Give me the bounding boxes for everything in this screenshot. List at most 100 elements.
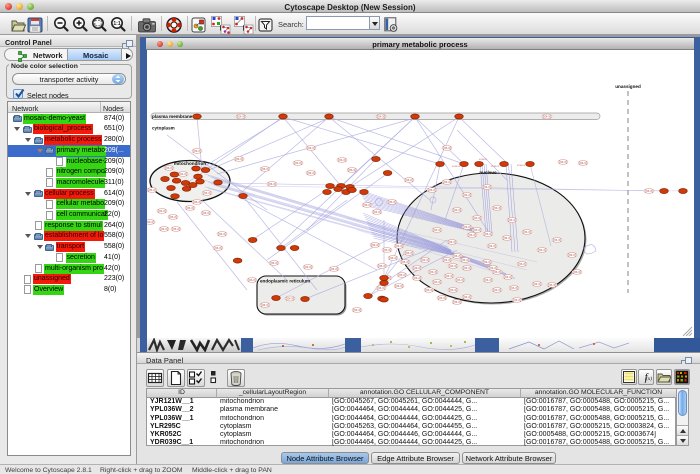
svg-text:[xx-x]: [xx-x] bbox=[261, 303, 269, 307]
svg-text:[xx-x]: [xx-x] bbox=[433, 228, 441, 232]
svg-text:[xx-x]: [xx-x] bbox=[179, 172, 187, 176]
svg-text:[xx-x]: [xx-x] bbox=[395, 284, 403, 288]
svg-text:[xx-x]: [xx-x] bbox=[504, 275, 512, 279]
svg-text:[xx-x]: [xx-x] bbox=[553, 238, 561, 242]
svg-text:x-xx-x: x-xx-x bbox=[491, 164, 499, 168]
svg-text:[xx-x]: [xx-x] bbox=[218, 232, 226, 236]
svg-text:[xx-x]: [xx-x] bbox=[508, 218, 516, 222]
svg-text:[xx-x]: [xx-x] bbox=[543, 114, 551, 118]
svg-text:[xx-x]: [xx-x] bbox=[405, 251, 413, 255]
svg-text:[xx-x]: [xx-x] bbox=[353, 308, 361, 312]
svg-text:[xx-x]: [xx-x] bbox=[193, 200, 201, 204]
svg-text:[xx-x]: [xx-x] bbox=[383, 248, 391, 252]
svg-text:[xx-x]: [xx-x] bbox=[573, 270, 581, 274]
svg-text:[xx-x]: [xx-x] bbox=[388, 200, 396, 204]
svg-text:[xx-x]: [xx-x] bbox=[453, 300, 461, 304]
svg-text:[xx-x]: [xx-x] bbox=[433, 280, 441, 284]
svg-text:[xx-x]: [xx-x] bbox=[538, 248, 546, 252]
svg-text:[xx-x]: [xx-x] bbox=[214, 246, 222, 250]
svg-text:plasma membrane: plasma membrane bbox=[152, 114, 193, 119]
svg-text:[xx-x]: [xx-x] bbox=[456, 278, 464, 282]
svg-text:[xx-x]: [xx-x] bbox=[548, 283, 556, 287]
svg-text:[xx-x]: [xx-x] bbox=[463, 193, 471, 197]
svg-text:[xx-x]: [xx-x] bbox=[389, 256, 397, 260]
svg-text:[xx-x]: [xx-x] bbox=[493, 288, 501, 292]
svg-text:[xx-x]: [xx-x] bbox=[165, 166, 173, 170]
svg-text:[xx-x]: [xx-x] bbox=[443, 180, 451, 184]
svg-text:[xx-x]: [xx-x] bbox=[484, 278, 492, 282]
svg-text:[xx-x]: [xx-x] bbox=[645, 189, 653, 193]
svg-text:[xx-x]: [xx-x] bbox=[307, 146, 315, 150]
svg-text:(x): (x) bbox=[646, 375, 652, 382]
svg-text:[xx-x]: [xx-x] bbox=[261, 167, 269, 171]
svg-text:[xx-x]: [xx-x] bbox=[304, 265, 312, 269]
svg-text:[xx-x]: [xx-x] bbox=[438, 296, 446, 300]
svg-text:[xx-x]: [xx-x] bbox=[468, 233, 476, 237]
svg-text:[xx-x]: [xx-x] bbox=[493, 206, 501, 210]
svg-text:[xx-x]: [xx-x] bbox=[510, 286, 518, 290]
svg-text:[xx-x]: [xx-x] bbox=[484, 232, 492, 236]
svg-text:[xx-x]: [xx-x] bbox=[513, 298, 521, 302]
svg-text:cytoplasm: cytoplasm bbox=[152, 125, 175, 130]
svg-text:[xx-x]: [xx-x] bbox=[169, 215, 177, 219]
svg-text:[xx-x]: [xx-x] bbox=[405, 178, 413, 182]
svg-text:[xx-x]: [xx-x] bbox=[443, 258, 451, 262]
svg-text:x-xx-x: x-xx-x bbox=[479, 157, 487, 161]
svg-text:unassigned: unassigned bbox=[615, 84, 641, 89]
svg-text:[xx-x]: [xx-x] bbox=[461, 258, 469, 262]
svg-text:nucleus: nucleus bbox=[479, 170, 497, 175]
svg-text:[xx-x]: [xx-x] bbox=[453, 208, 461, 212]
svg-text:[xx-x]: [xx-x] bbox=[294, 161, 302, 165]
svg-text:[xx-x]: [xx-x] bbox=[533, 282, 541, 286]
svg-text:[xx-x]: [xx-x] bbox=[473, 228, 481, 232]
svg-text:[xx-x]: [xx-x] bbox=[373, 210, 381, 214]
svg-text:[xx-x]: [xx-x] bbox=[172, 227, 180, 231]
svg-text:[xx-x]: [xx-x] bbox=[413, 276, 421, 280]
svg-text:endoplasmic reticulum: endoplasmic reticulum bbox=[260, 278, 310, 283]
svg-text:[xx-x]: [xx-x] bbox=[270, 261, 278, 265]
svg-text:[xx-x]: [xx-x] bbox=[395, 244, 403, 248]
svg-text:[xx-x]: [xx-x] bbox=[377, 114, 385, 118]
svg-text:mitochondrion: mitochondrion bbox=[173, 161, 205, 166]
svg-text:[xx-x]: [xx-x] bbox=[330, 267, 338, 271]
svg-text:[xx-x]: [xx-x] bbox=[235, 157, 243, 161]
svg-text:[xx-x]: [xx-x] bbox=[398, 273, 406, 277]
svg-text:[xx-x]: [xx-x] bbox=[401, 260, 409, 264]
svg-text:[xx-x]: [xx-x] bbox=[377, 286, 385, 290]
svg-text:[xx-x]: [xx-x] bbox=[158, 209, 166, 213]
svg-text:[xx-x]: [xx-x] bbox=[248, 278, 256, 282]
svg-text:[xx-x]: [xx-x] bbox=[268, 182, 276, 186]
svg-text:[xx-x]: [xx-x] bbox=[579, 161, 587, 165]
svg-text:[xx-x]: [xx-x] bbox=[453, 254, 461, 258]
svg-text:[xx-x]: [xx-x] bbox=[202, 211, 210, 215]
svg-text:[xx-x]: [xx-x] bbox=[448, 240, 456, 244]
svg-text:[xx-x]: [xx-x] bbox=[518, 262, 526, 266]
svg-text:[xx-x]: [xx-x] bbox=[421, 258, 429, 262]
svg-text:1:1: 1:1 bbox=[113, 21, 120, 27]
svg-text:[xx-x]: [xx-x] bbox=[473, 216, 481, 220]
svg-text:[xx-x]: [xx-x] bbox=[286, 296, 294, 300]
svg-text:[xx-x]: [xx-x] bbox=[503, 236, 511, 240]
svg-text:[xx-x]: [xx-x] bbox=[489, 266, 497, 270]
svg-text:[xx-x]: [xx-x] bbox=[463, 295, 471, 299]
svg-text:x-xx-x: x-xx-x bbox=[452, 164, 460, 168]
svg-text:x-xx-x: x-xx-x bbox=[517, 163, 525, 167]
svg-text:[xx-x]: [xx-x] bbox=[429, 270, 437, 274]
svg-text:[xx-x]: [xx-x] bbox=[237, 114, 245, 118]
svg-text:[xx-x]: [xx-x] bbox=[371, 243, 379, 247]
svg-text:[xx-x]: [xx-x] bbox=[186, 206, 194, 210]
svg-text:[xx-x]: [xx-x] bbox=[363, 203, 371, 207]
svg-text:[xx-x]: [xx-x] bbox=[147, 220, 154, 224]
svg-text:[xx-x]: [xx-x] bbox=[203, 191, 211, 195]
svg-text:[xx-x]: [xx-x] bbox=[160, 227, 168, 231]
svg-text:[xx-x]: [xx-x] bbox=[488, 244, 496, 248]
svg-text:[xx-x]: [xx-x] bbox=[445, 274, 453, 278]
svg-text:[xx-x]: [xx-x] bbox=[413, 266, 421, 270]
svg-text:[xx-x]: [xx-x] bbox=[348, 168, 356, 172]
svg-text:[xx-x]: [xx-x] bbox=[568, 253, 576, 257]
svg-text:[xx-x]: [xx-x] bbox=[193, 149, 201, 153]
svg-text:[xx-x]: [xx-x] bbox=[449, 264, 457, 268]
svg-text:[xx-x]: [xx-x] bbox=[338, 158, 346, 162]
svg-text:[xx-x]: [xx-x] bbox=[559, 160, 567, 164]
svg-text:[xx-x]: [xx-x] bbox=[449, 288, 457, 292]
